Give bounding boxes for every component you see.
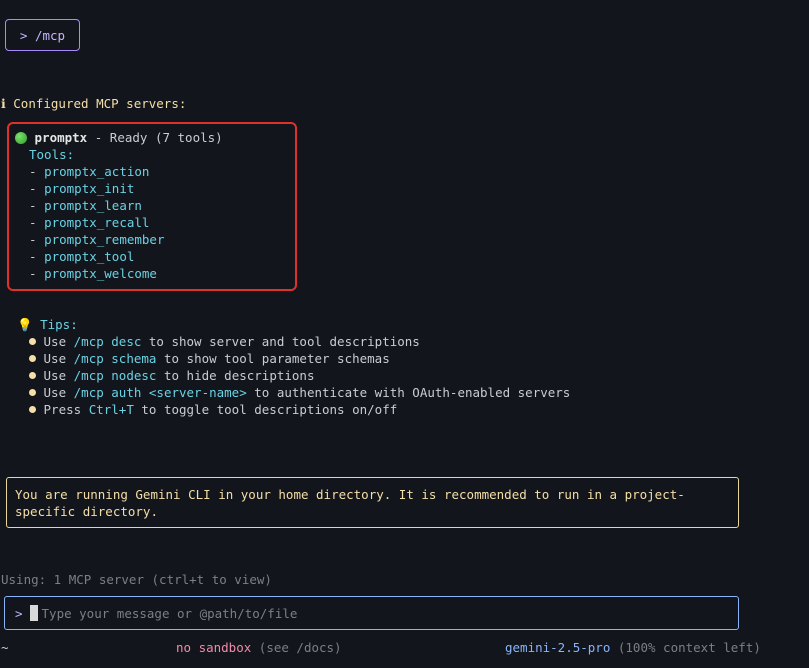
tip-command: /mcp nodesc <box>73 368 157 383</box>
footer-sandbox: no sandbox (see /docs) <box>176 639 342 656</box>
tool-name: promptx_remember <box>44 232 165 247</box>
tip-text: to show server and tool descriptions <box>141 334 420 349</box>
mcp-usage-status: Using: 1 MCP server (ctrl+t to view) <box>1 572 272 587</box>
tools-label: Tools: <box>29 147 75 162</box>
command-text: > /mcp <box>19 27 66 43</box>
tool-name: promptx_init <box>44 181 135 196</box>
mcp-header-text: Configured MCP servers: <box>13 96 187 111</box>
tip-command: /mcp desc <box>73 334 142 349</box>
tip-text: Use <box>43 368 74 383</box>
home-directory-warning: You are running Gemini CLI in your home … <box>6 477 739 528</box>
tip-text: to show tool parameter schemas <box>156 351 390 366</box>
tips-header: 💡 Tips: <box>17 316 78 333</box>
tip-item: Press Ctrl+T to toggle tool descriptions… <box>29 401 397 418</box>
bullet-icon <box>29 389 36 396</box>
tip-text: to toggle tool descriptions on/off <box>133 402 398 417</box>
tip-command: /mcp schema <box>73 351 157 366</box>
tip-item: Use /mcp desc to show server and tool de… <box>29 333 420 350</box>
tool-item: - promptx_learn <box>29 198 142 213</box>
model-name: gemini-2.5-pro <box>505 640 611 655</box>
bullet-icon <box>29 406 36 413</box>
tips-label: Tips: <box>40 317 78 332</box>
message-input-placeholder[interactable]: Type your message or @path/to/file <box>42 606 298 621</box>
info-icon: ℹ <box>1 96 6 111</box>
tip-text: Use <box>43 334 74 349</box>
lightbulb-icon: 💡 <box>17 317 33 332</box>
tip-item: Use /mcp schema to show tool parameter s… <box>29 350 390 367</box>
tip-text: Use <box>43 351 74 366</box>
server-name: promptx <box>34 130 88 145</box>
tip-text: to authenticate with OAuth-enabled serve… <box>246 385 571 400</box>
mcp-header: ℹ Configured MCP servers: <box>1 95 186 112</box>
context-remaining: (100% context left) <box>610 640 761 655</box>
tool-item: - promptx_welcome <box>29 266 157 281</box>
bullet-icon <box>29 355 36 362</box>
message-input-box[interactable]: > Type your message or @path/to/file <box>4 596 739 630</box>
tip-command: /mcp auth <server-name> <box>73 385 247 400</box>
tool-item: - promptx_remember <box>29 232 165 247</box>
tool-name: promptx_tool <box>44 249 135 264</box>
tip-text: Press <box>43 402 89 417</box>
warning-text: You are running Gemini CLI in your home … <box>15 487 685 519</box>
text-cursor <box>29 605 38 621</box>
bullet-icon <box>29 372 36 379</box>
sandbox-note: (see /docs) <box>251 640 342 655</box>
tool-name: promptx_recall <box>44 215 150 230</box>
tip-text: to hide descriptions <box>156 368 315 383</box>
tool-item: - promptx_tool <box>29 249 135 264</box>
tip-text: Use <box>43 385 74 400</box>
tip-item: Use /mcp nodesc to hide descriptions <box>29 367 314 384</box>
tool-item: - promptx_init <box>29 181 135 196</box>
sandbox-status: no sandbox <box>176 640 252 655</box>
tool-name: promptx_welcome <box>44 266 157 281</box>
prompt-symbol: > <box>15 605 23 621</box>
bullet-icon <box>29 338 36 345</box>
server-status: - Ready (7 tools) <box>87 130 223 145</box>
tip-command: Ctrl+T <box>88 402 134 417</box>
tool-item: - promptx_recall <box>29 215 150 230</box>
tip-item: Use /mcp auth <server-name> to authentic… <box>29 384 570 401</box>
tool-item: - promptx_action <box>29 164 150 179</box>
footer-cwd: ~ <box>1 640 9 655</box>
footer-model: gemini-2.5-pro (100% context left) <box>505 639 761 656</box>
command-echo-box: > /mcp <box>5 19 80 51</box>
tool-name: promptx_learn <box>44 198 142 213</box>
status-dot-icon <box>15 132 27 144</box>
tool-name: promptx_action <box>44 164 150 179</box>
server-row: promptx - Ready (7 tools) <box>15 129 223 146</box>
